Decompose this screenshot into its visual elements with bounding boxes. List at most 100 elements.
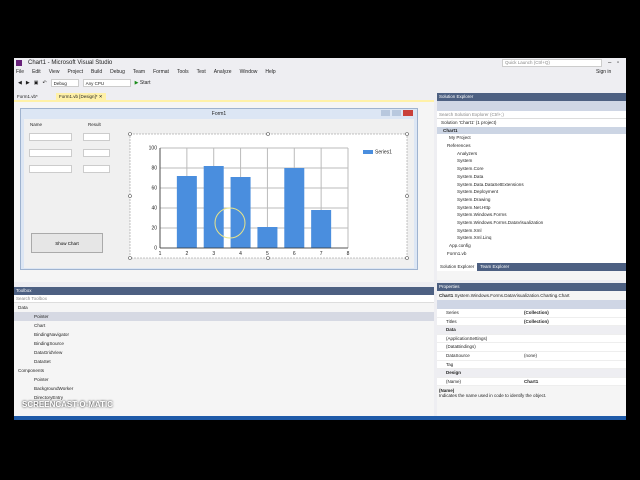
tree-item[interactable]: System.Windows.Forms [437, 211, 626, 219]
toolbox-group[interactable]: Components [14, 366, 434, 375]
solution-explorer-header: Solution Explorer [437, 93, 626, 101]
bar-2 [176, 176, 197, 248]
tree-item[interactable]: App.config [437, 242, 626, 250]
sign-in-link[interactable]: Sign in [596, 69, 611, 75]
object-name: Chart1 [439, 293, 454, 298]
tab-solution-explorer[interactable]: Solution Explorer [437, 263, 478, 271]
configuration-select[interactable]: Debug [50, 79, 79, 87]
toolbox-item[interactable]: Pointer [14, 312, 434, 321]
resize-handle[interactable] [128, 194, 132, 198]
tree-item[interactable]: Chart1 [437, 126, 626, 135]
property-row[interactable]: Titles (Collection) [437, 317, 626, 327]
property-value[interactable]: (Collection) [524, 318, 549, 326]
resize-handle[interactable] [405, 132, 409, 136]
menu-format[interactable]: Format [153, 68, 169, 77]
menu-build[interactable]: Build [91, 68, 102, 77]
tree-item[interactable]: System.Core [437, 165, 626, 173]
property-grid: Series (Collection) Titles (Collection) Data… [437, 309, 626, 387]
property-row[interactable]: Data [437, 326, 626, 335]
tree-item[interactable]: System.Data.DataSetExtensions [437, 181, 626, 189]
property-row[interactable]: Design [437, 369, 626, 378]
tab-team-explorer[interactable]: Team Explorer [477, 263, 512, 271]
property-row[interactable]: Tag [437, 360, 626, 370]
toolbox-group[interactable]: Data [14, 303, 434, 312]
solution-explorer-panel: Solution Explorer Search Solution Explor… [437, 93, 626, 280]
toolbox-item[interactable]: Chart [14, 321, 434, 330]
menu-tools[interactable]: Tools [177, 68, 189, 77]
property-value[interactable]: Chart1 [524, 378, 538, 386]
menu-analyze[interactable]: Analyze [214, 68, 232, 77]
resize-handle[interactable] [405, 256, 409, 260]
object-type[interactable]: System.Windows.Forms.DataVisualization.C… [455, 293, 570, 298]
tree-item[interactable]: System.Drawing [437, 196, 626, 204]
tree-item[interactable]: References [437, 142, 626, 150]
x-tick-label: 2 [185, 251, 188, 257]
menu-edit[interactable]: Edit [32, 68, 41, 77]
toolbox-item[interactable]: BackgroundWorker [14, 384, 434, 393]
forward-icon[interactable]: ▶ [26, 80, 30, 86]
properties-header: Properties [437, 283, 626, 291]
title-bar: Chart1 - Microsoft Visual Studio Quick L… [14, 58, 626, 68]
resize-handle[interactable] [128, 132, 132, 136]
property-row[interactable]: DataSource (none) [437, 351, 626, 361]
property-row[interactable]: (Name) Chart1 [437, 377, 626, 387]
tree-item[interactable]: Form1.vb [437, 250, 626, 258]
tree-item[interactable]: System.Xml.Linq [437, 234, 626, 242]
menu-file[interactable]: File [16, 68, 24, 77]
tree-item[interactable]: Solution 'Chart1' (1 project) [437, 119, 626, 127]
menu-help[interactable]: Help [265, 68, 275, 77]
undo-icon[interactable]: ↶ [42, 80, 46, 86]
toolbox-header: Toolbox [14, 287, 434, 295]
tree-item[interactable]: My Project [437, 134, 626, 142]
menu-team[interactable]: Team [133, 68, 145, 77]
resize-handle[interactable] [405, 194, 409, 198]
window-title: Chart1 - Microsoft Visual Studio [28, 60, 113, 66]
tree-item[interactable]: System.Net.Http [437, 204, 626, 212]
chart-control[interactable]: 0 20 40 60 80 100 1 2 3 4 5 6 7 8 Series1 [14, 102, 434, 282]
property-row[interactable]: Series (Collection) [437, 309, 626, 318]
tree-item[interactable]: System.Deployment [437, 188, 626, 196]
tab-form1-vb[interactable]: Form1.vb* [14, 93, 41, 101]
property-name: (Name) [446, 378, 462, 384]
watermark: SCREENCAST-O-MATIC [22, 400, 113, 409]
back-icon[interactable]: ◀ [18, 80, 22, 86]
resize-handle[interactable] [266, 132, 270, 136]
tree-item[interactable]: System.Data [437, 173, 626, 181]
tree-item[interactable]: System.Windows.Forms.DataVisualization [437, 219, 626, 227]
y-tick-label: 80 [151, 166, 157, 172]
menu-debug[interactable]: Debug [110, 68, 125, 77]
close-icon[interactable]: ✕ [99, 94, 103, 99]
toolbox-item[interactable]: DataSet [14, 357, 434, 366]
property-name: (ApplicationSettings) [446, 335, 488, 341]
platform-select[interactable]: Any CPU [82, 79, 131, 87]
property-row[interactable]: (DataBindings) [437, 343, 626, 352]
tree-item[interactable]: Analyzers [437, 150, 626, 158]
menu-test[interactable]: Test [197, 68, 206, 77]
properties-toolbar [437, 300, 626, 309]
play-icon: ▶ [134, 80, 139, 86]
minimize-button[interactable]: – [608, 58, 611, 68]
toolbox-list: Data Pointer Chart BindingNavigator BindingS… [14, 303, 434, 402]
property-row[interactable]: (ApplicationSettings) [437, 334, 626, 344]
save-icon[interactable]: ▣ [34, 80, 39, 86]
tree-item[interactable]: System [437, 157, 626, 165]
property-value[interactable]: (Collection) [524, 309, 549, 317]
tree-item[interactable]: System.Xml [437, 227, 626, 235]
tab-form1-design[interactable]: Form1.vb [Design]* ✕ [56, 93, 106, 101]
toolbox-item[interactable]: Pointer [14, 375, 434, 384]
toolbox-search[interactable]: Search Toolbox [14, 295, 434, 303]
toolbox-item[interactable]: DataGridView [14, 348, 434, 357]
resize-handle[interactable] [128, 256, 132, 260]
description-text: Indicates the name used in code to ident… [439, 393, 547, 399]
start-button[interactable]: ▶ Start [135, 80, 151, 86]
bar-6 [284, 168, 305, 248]
toolbox-item[interactable]: BindingSource [14, 339, 434, 348]
maximize-button[interactable]: ▫ [617, 58, 619, 68]
menu-project[interactable]: Project [67, 68, 83, 77]
toolbox-item[interactable]: BindingNavigator [14, 330, 434, 339]
quick-launch-input[interactable]: Quick Launch (Ctrl+Q) [502, 59, 602, 67]
menu-view[interactable]: View [49, 68, 60, 77]
property-value[interactable]: (none) [524, 352, 537, 360]
solution-explorer-search[interactable]: Search Solution Explorer (Ctrl+;) [437, 111, 626, 119]
menu-window[interactable]: Window [240, 68, 258, 77]
